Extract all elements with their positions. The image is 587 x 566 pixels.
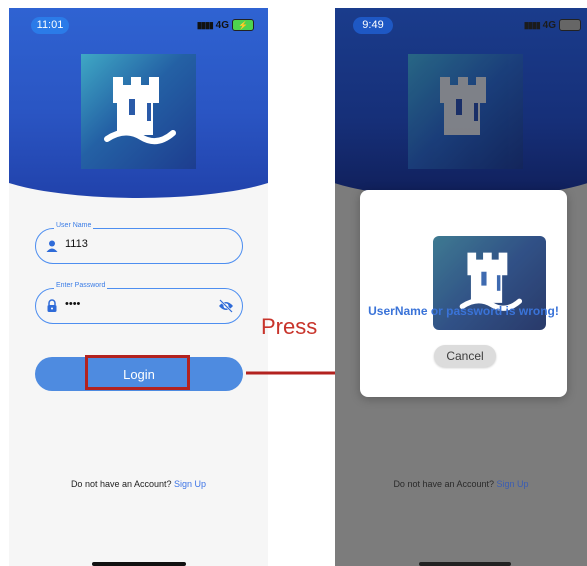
cancel-button[interactable]: Cancel — [434, 345, 496, 367]
eye-off-icon[interactable] — [218, 298, 234, 314]
press-annotation: Press — [261, 314, 318, 339]
signup-link[interactable]: Sign Up — [174, 479, 206, 489]
castle-logo-icon — [439, 76, 486, 135]
username-value: 1113 — [65, 238, 88, 250]
error-screen: 9:49 ▮▮▮▮ 4G UserName or password is wro… — [335, 8, 587, 566]
error-message: UserName or password is wrong! — [368, 304, 559, 318]
network-label: 4G — [215, 19, 229, 31]
signup-link[interactable]: Sign Up — [497, 479, 529, 489]
press-highlight-box — [85, 355, 190, 390]
cancel-label: Cancel — [446, 349, 484, 363]
user-icon — [46, 240, 58, 252]
password-value: •••• — [65, 298, 81, 310]
signup-text: Do not have an Account? — [393, 479, 495, 489]
status-time: 11:01 — [31, 17, 69, 34]
status-time: 9:49 — [353, 17, 393, 34]
password-field[interactable]: Enter Password •••• — [35, 282, 243, 324]
username-label: User Name — [54, 222, 94, 229]
castle-logo-icon — [103, 76, 176, 144]
status-indicators: ▮▮▮▮ 4G ⚡ — [197, 18, 254, 32]
battery-icon — [559, 19, 581, 31]
home-indicator — [92, 562, 186, 566]
signal-icon: ▮▮▮▮ — [196, 19, 214, 30]
app-logo-dimmed — [408, 54, 523, 169]
battery-icon: ⚡ — [232, 19, 254, 31]
status-indicators: ▮▮▮▮ 4G — [524, 18, 581, 32]
username-field[interactable]: User Name 1113 — [35, 222, 243, 264]
signup-text: Do not have an Account? — [70, 479, 172, 489]
error-dialog: UserName or password is wrong! Cancel — [360, 190, 567, 397]
login-screen: 11:01 ▮▮▮▮ 4G ⚡ User Name 1113 Enter Pas… — [9, 8, 268, 566]
app-logo — [81, 54, 196, 169]
home-indicator — [419, 562, 511, 566]
network-label: 4G — [542, 19, 556, 31]
lock-icon — [47, 299, 57, 312]
signal-icon: ▮▮▮▮ — [523, 19, 541, 30]
signup-prompt: Do not have an Account? Sign Up — [9, 479, 268, 489]
signup-prompt: Do not have an Account? Sign Up — [335, 479, 587, 489]
password-label: Enter Password — [54, 282, 108, 289]
